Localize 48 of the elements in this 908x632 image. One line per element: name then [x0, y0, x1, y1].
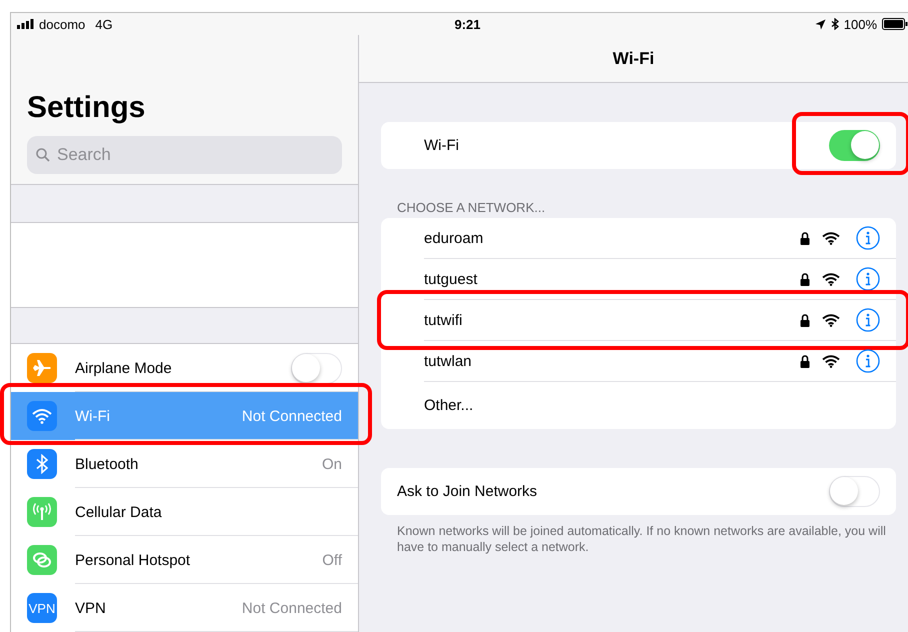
- item-label: VPN: [75, 600, 107, 616]
- bluetooth-icon: [830, 18, 839, 30]
- signal-icon: [17, 19, 35, 29]
- network-name[interactable]: tutguest: [424, 270, 788, 288]
- info-icon[interactable]: [856, 308, 880, 332]
- wifi-icon: [822, 354, 840, 368]
- item-label: Personal Hotspot: [75, 552, 192, 568]
- wifi-label: Wi-Fi: [424, 137, 460, 154]
- carrier-name: docomo: [39, 16, 86, 32]
- section-header: CHOOSE A NETWORK...: [396, 200, 546, 217]
- wifi-icon: [822, 232, 840, 244]
- ask-to-join-label: Ask to Join Networks: [397, 483, 538, 500]
- clock: 9:21: [454, 16, 481, 32]
- search-icon: [36, 148, 50, 162]
- toggle-switch[interactable]: [291, 352, 342, 384]
- item-label: Cellular Data: [75, 504, 163, 520]
- item-value: Off: [322, 552, 342, 568]
- settings-title: Settings: [27, 90, 146, 126]
- airplane-icon: [32, 358, 52, 378]
- toggle-switch[interactable]: [829, 476, 880, 507]
- wifi-icon: [822, 272, 840, 286]
- wifi-icon: [32, 408, 52, 424]
- antenna-icon: [32, 502, 52, 522]
- item-value: On: [322, 456, 342, 472]
- item-label: Airplane Mode: [75, 360, 173, 376]
- footer-note: Known networks will be joined automatically. If no known networks are available, you will have to manually select a network.: [396, 523, 887, 555]
- item-value: Not Connected: [242, 408, 342, 424]
- search-field[interactable]: Search: [27, 136, 342, 174]
- location-icon: [814, 18, 826, 30]
- page-title: Wi-Fi: [612, 48, 654, 68]
- battery-icon: [882, 18, 908, 30]
- battery-percent: 100%: [844, 16, 877, 32]
- bluetooth-icon: [36, 454, 48, 474]
- toggle-switch[interactable]: [829, 130, 880, 161]
- network-name[interactable]: Other...: [424, 397, 880, 414]
- vpn-label: VPN: [28, 600, 56, 616]
- item-label: Bluetooth: [75, 456, 140, 472]
- network-name[interactable]: tutwlan: [424, 352, 788, 370]
- network-name[interactable]: eduroam: [424, 230, 788, 246]
- wifi-icon: [822, 314, 840, 326]
- info-icon[interactable]: [856, 349, 880, 373]
- item-label: Wi-Fi: [75, 408, 111, 424]
- network-type: 4G: [95, 16, 113, 32]
- info-icon[interactable]: [856, 267, 880, 291]
- info-icon[interactable]: [856, 226, 880, 250]
- network-name[interactable]: tutwifi: [424, 312, 788, 328]
- item-value: Not Connected: [242, 600, 342, 616]
- chain-icon: [32, 550, 52, 570]
